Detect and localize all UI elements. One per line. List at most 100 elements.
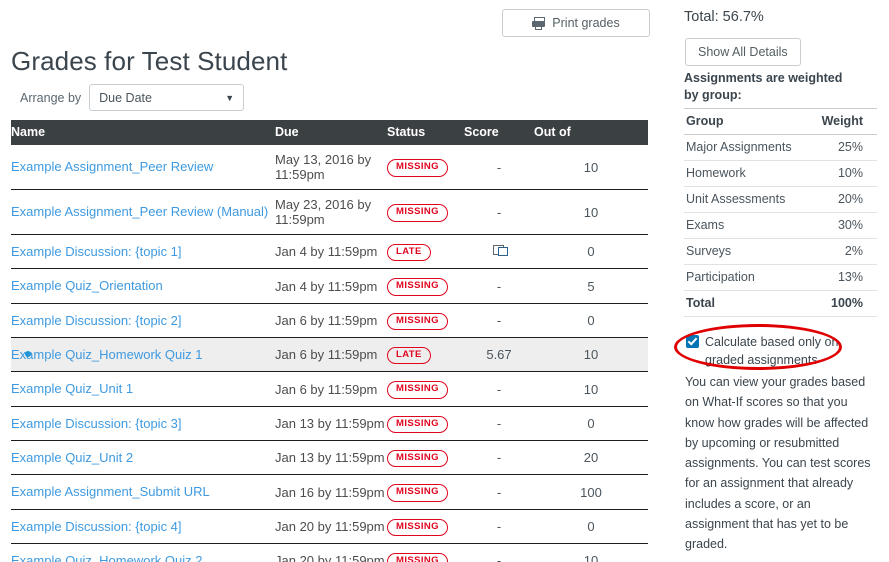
cell-status: MISSING <box>387 509 464 545</box>
cell-score: - <box>464 145 534 190</box>
weight-row: Unit Assessments 20% <box>684 186 877 213</box>
table-row[interactable]: Example Quiz_Unit 2 Jan 13 by 11:59pm MISS… <box>11 440 648 476</box>
cell-score: 5.67 <box>464 337 534 373</box>
chevron-down-icon: ▼ <box>225 92 235 103</box>
cell-name: Example Quiz_Homework Quiz 2 <box>11 543 275 562</box>
assignment-link[interactable]: Example Quiz_Orientation <box>11 278 163 293</box>
assignment-link[interactable]: Example Discussion: {topic 4] <box>11 519 182 534</box>
weight-row: Major Assignments 25% <box>684 134 877 161</box>
cell-name: Example Discussion: {topic 1] <box>11 234 275 270</box>
cell-out-of: 10 <box>534 337 648 373</box>
cell-name: Example Assignment_Peer Review <box>11 145 275 190</box>
cell-status: MISSING <box>387 406 464 442</box>
cell-score: - <box>464 440 534 476</box>
table-row[interactable]: Example Assignment_Submit URL Jan 16 by 1… <box>11 474 648 510</box>
cell-group-weight: 13% <box>809 264 877 291</box>
assignment-link[interactable]: Example Discussion: {topic 1] <box>11 244 182 259</box>
arrange-by-control: Arrange by Due Date ▼ <box>20 84 245 111</box>
table-row[interactable]: Example Assignment_Peer Review May 13, 20… <box>11 145 648 190</box>
cell-name: Example Quiz_Unit 1 <box>11 371 275 407</box>
show-all-details-button[interactable]: Show All Details <box>685 38 801 66</box>
cell-status: MISSING <box>387 543 464 562</box>
comment-icon[interactable] <box>492 245 508 257</box>
table-row[interactable]: Example Quiz_Homework Quiz 1 Jan 6 by 11:… <box>11 337 648 373</box>
cell-due-date: May 23, 2016 by 11:59pm <box>275 189 387 235</box>
status-badge: MISSING <box>387 553 448 562</box>
calculate-graded-only-checkbox[interactable] <box>686 335 699 348</box>
cell-score: - <box>464 474 534 510</box>
cell-out-of: 10 <box>534 145 648 190</box>
cell-score: - <box>464 509 534 545</box>
weight-row: Participation 13% <box>684 264 877 291</box>
cell-name: Example Discussion: {topic 4] <box>11 509 275 545</box>
table-row[interactable]: Example Discussion: {topic 4] Jan 20 by 1… <box>11 509 648 545</box>
cell-status: LATE <box>387 234 464 270</box>
cell-group-name: Unit Assessments <box>684 186 810 213</box>
assignment-link[interactable]: Example Quiz_Homework Quiz 2 <box>11 553 202 562</box>
table-row[interactable]: Example Discussion: {topic 1] Jan 4 by 11… <box>11 234 648 270</box>
total-grade: Total: 56.7% <box>684 9 764 25</box>
cell-status: MISSING <box>387 303 464 339</box>
grades-table: Name Due Status Score Out of Example Ass… <box>11 120 648 562</box>
grades-table-head: Name Due Status Score Out of <box>11 120 648 145</box>
table-row[interactable]: Example Quiz_Unit 1 Jan 6 by 11:59pm MISSI… <box>11 371 648 407</box>
weights-table-head: Group Weight <box>684 108 877 135</box>
status-badge: MISSING <box>387 159 448 177</box>
cell-group-name: Total <box>684 290 810 317</box>
assignment-link[interactable]: Example Assignment_Submit URL <box>11 484 210 499</box>
cell-name: Example Quiz_Unit 2 <box>11 440 275 476</box>
unread-dot-icon <box>25 351 31 358</box>
weight-row: Exams 30% <box>684 212 877 239</box>
table-row[interactable]: Example Quiz_Orientation Jan 4 by 11:59pm… <box>11 268 648 304</box>
cell-out-of: 100 <box>534 474 648 510</box>
cell-due-date: Jan 6 by 11:59pm <box>275 337 387 373</box>
table-row[interactable]: Example Assignment_Peer Review (Manual) M… <box>11 189 648 235</box>
assignment-link[interactable]: Example Assignment_Peer Review (Manual) <box>11 204 268 219</box>
cell-name: Example Assignment_Peer Review (Manual) <box>11 189 275 235</box>
calculate-graded-only-row[interactable]: Calculate based only on graded assignmen… <box>686 333 866 369</box>
weight-row: Surveys 2% <box>684 238 877 265</box>
assignment-link[interactable]: Example Discussion: {topic 3] <box>11 416 182 431</box>
cell-group-name: Major Assignments <box>684 134 810 161</box>
cell-group-name: Surveys <box>684 238 810 265</box>
status-badge: MISSING <box>387 484 448 502</box>
assignment-link[interactable]: Example Discussion: {topic 2] <box>11 313 182 328</box>
status-badge: MISSING <box>387 312 448 331</box>
cell-due-date: Jan 4 by 11:59pm <box>275 268 387 304</box>
assignment-link[interactable]: Example Assignment_Peer Review <box>11 159 213 174</box>
what-if-description: You can view your grades based on What-I… <box>685 375 871 551</box>
cell-status: MISSING <box>387 145 464 190</box>
cell-status: MISSING <box>387 189 464 235</box>
assignment-link[interactable]: Example Quiz_Unit 1 <box>11 381 133 396</box>
status-badge: MISSING <box>387 518 448 537</box>
cell-out-of: 10 <box>534 371 648 407</box>
weights-header-row: Group Weight <box>684 108 877 135</box>
cell-group-weight: 2% <box>809 238 877 265</box>
status-badge: LATE <box>387 244 431 262</box>
cell-score: - <box>464 189 534 235</box>
cell-due-date: Jan 13 by 11:59pm <box>275 406 387 442</box>
cell-out-of: 0 <box>534 406 648 442</box>
cell-due-date: Jan 6 by 11:59pm <box>275 371 387 407</box>
arrange-by-label: Arrange by <box>20 90 82 105</box>
cell-group-name: Participation <box>684 264 810 291</box>
table-row[interactable]: Example Discussion: {topic 2] Jan 6 by 11… <box>11 303 648 339</box>
assignment-link[interactable]: Example Quiz_Unit 2 <box>11 450 133 465</box>
cell-due-date: May 13, 2016 by 11:59pm <box>275 145 387 190</box>
table-row[interactable]: Example Discussion: {topic 3] Jan 13 by 1… <box>11 406 648 442</box>
assignment-link[interactable]: Example Quiz_Homework Quiz 1 <box>11 347 202 362</box>
table-row[interactable]: Example Quiz_Homework Quiz 2 Jan 20 by 11… <box>11 543 648 562</box>
column-header-out-of: Out of <box>534 120 648 145</box>
print-grades-label: Print grades <box>552 16 620 30</box>
cell-due-date: Jan 20 by 11:59pm <box>275 543 387 562</box>
cell-out-of: 0 <box>534 234 648 270</box>
assignment-weights-table: Group Weight Major Assignments 25% Homewor… <box>684 108 877 317</box>
arrange-by-select[interactable]: Due Date ▼ <box>89 84 245 111</box>
cell-due-date: Jan 4 by 11:59pm <box>275 234 387 270</box>
cell-group-name: Homework <box>684 160 810 187</box>
weights-table-body: Major Assignments 25% Homework 10% Unit Asse… <box>684 134 877 317</box>
print-grades-button[interactable]: Print grades <box>502 9 650 37</box>
cell-group-weight: 25% <box>809 134 877 161</box>
cell-group-name: Exams <box>684 212 810 239</box>
grades-table-header-row: Name Due Status Score Out of <box>11 120 648 145</box>
